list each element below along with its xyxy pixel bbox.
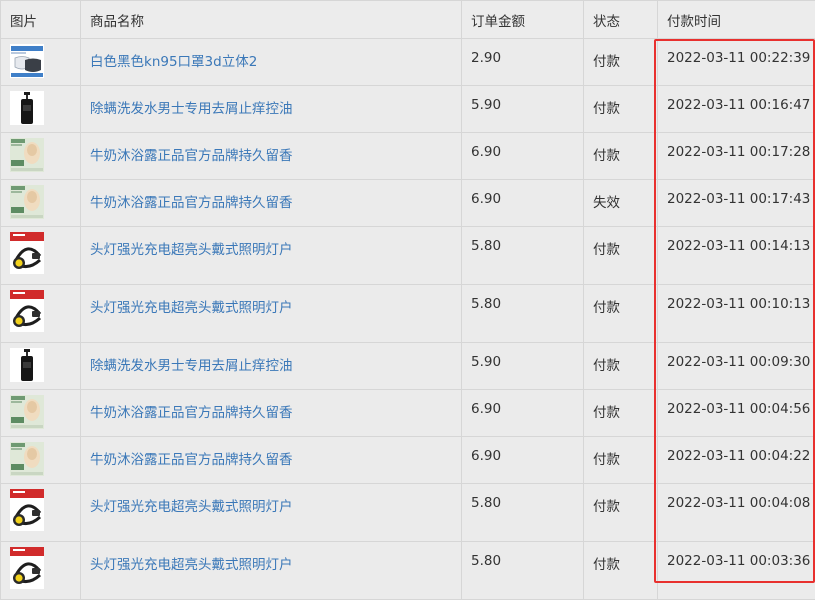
table-row: 牛奶沐浴露正品官方品牌持久留香 6.90 付款 2022-03-11 00:17… <box>1 133 815 180</box>
paid-time-cell: 2022-03-11 00:14:13 <box>658 227 815 285</box>
table-row: 头灯强光充电超亮头戴式照明灯户 5.80 付款 2022-03-11 00:14… <box>1 227 815 285</box>
product-name-cell: 除螨洗发水男士专用去屑止痒控油 <box>81 343 462 390</box>
order-status-cell: 付款 <box>584 39 658 86</box>
paid-time-cell: 2022-03-11 00:22:39 <box>658 39 815 86</box>
product-name-link[interactable]: 头灯强光充电超亮头戴式照明灯户 <box>90 300 293 316</box>
column-header-name: 商品名称 <box>81 1 462 39</box>
order-status-cell: 付款 <box>584 133 658 180</box>
table-row: 头灯强光充电超亮头戴式照明灯户 5.80 付款 2022-03-11 00:04… <box>1 484 815 542</box>
orders-table: 图片 商品名称 订单金额 状态 付款时间 白色黑色kn95口罩3d立体2 2.9… <box>0 0 815 600</box>
order-status-cell: 付款 <box>584 343 658 390</box>
product-thumbnail-cell <box>1 542 81 600</box>
headlamp-icon[interactable] <box>10 232 44 274</box>
product-name-cell: 白色黑色kn95口罩3d立体2 <box>81 39 462 86</box>
table-row: 白色黑色kn95口罩3d立体2 2.90 付款 2022-03-11 00:22… <box>1 39 815 86</box>
shampoo-bottle-icon[interactable] <box>10 348 44 382</box>
order-amount-cell: 6.90 <box>462 180 584 227</box>
product-thumbnail-cell <box>1 227 81 285</box>
body-wash-icon[interactable] <box>10 395 44 429</box>
product-name-link[interactable]: 头灯强光充电超亮头戴式照明灯户 <box>90 499 293 515</box>
product-name-cell: 头灯强光充电超亮头戴式照明灯户 <box>81 542 462 600</box>
product-thumbnail-cell <box>1 133 81 180</box>
table-row: 牛奶沐浴露正品官方品牌持久留香 6.90 失效 2022-03-11 00:17… <box>1 180 815 227</box>
product-name-cell: 牛奶沐浴露正品官方品牌持久留香 <box>81 180 462 227</box>
paid-time-cell: 2022-03-11 00:17:43 <box>658 180 815 227</box>
product-name-cell: 头灯强光充电超亮头戴式照明灯户 <box>81 484 462 542</box>
shampoo-bottle-icon[interactable] <box>10 91 44 125</box>
order-amount-cell: 5.80 <box>462 542 584 600</box>
table-row: 牛奶沐浴露正品官方品牌持久留香 6.90 付款 2022-03-11 00:04… <box>1 390 815 437</box>
product-thumbnail-cell <box>1 390 81 437</box>
order-amount-cell: 6.90 <box>462 437 584 484</box>
product-name-link[interactable]: 白色黑色kn95口罩3d立体2 <box>90 54 257 70</box>
product-name-link[interactable]: 头灯强光充电超亮头戴式照明灯户 <box>90 242 293 258</box>
body-wash-icon[interactable] <box>10 442 44 476</box>
product-thumbnail-cell <box>1 484 81 542</box>
order-amount-cell: 5.80 <box>462 285 584 343</box>
paid-time-cell: 2022-03-11 00:04:22 <box>658 437 815 484</box>
order-amount-cell: 2.90 <box>462 39 584 86</box>
product-name-link[interactable]: 牛奶沐浴露正品官方品牌持久留香 <box>90 148 293 164</box>
product-thumbnail-cell <box>1 39 81 86</box>
order-amount-cell: 6.90 <box>462 133 584 180</box>
headlamp-icon[interactable] <box>10 489 44 531</box>
product-name-link[interactable]: 头灯强光充电超亮头戴式照明灯户 <box>90 557 293 573</box>
column-header-paid-time: 付款时间 <box>658 1 815 39</box>
product-name-link[interactable]: 除螨洗发水男士专用去屑止痒控油 <box>90 101 293 117</box>
product-thumbnail-cell <box>1 86 81 133</box>
table-row: 除螨洗发水男士专用去屑止痒控油 5.90 付款 2022-03-11 00:16… <box>1 86 815 133</box>
table-row: 头灯强光充电超亮头戴式照明灯户 5.80 付款 2022-03-11 00:10… <box>1 285 815 343</box>
product-thumbnail-cell <box>1 343 81 390</box>
order-amount-cell: 5.80 <box>462 484 584 542</box>
product-name-link[interactable]: 牛奶沐浴露正品官方品牌持久留香 <box>90 405 293 421</box>
body-wash-icon[interactable] <box>10 138 44 172</box>
headlamp-icon[interactable] <box>10 290 44 332</box>
order-amount-cell: 5.90 <box>462 86 584 133</box>
column-header-amount: 订单金额 <box>462 1 584 39</box>
product-name-link[interactable]: 除螨洗发水男士专用去屑止痒控油 <box>90 358 293 374</box>
headlamp-icon[interactable] <box>10 547 44 589</box>
order-status-cell: 付款 <box>584 86 658 133</box>
order-status-cell: 付款 <box>584 437 658 484</box>
order-status-cell: 付款 <box>584 484 658 542</box>
mask-product-icon[interactable] <box>10 44 44 78</box>
column-header-status: 状态 <box>584 1 658 39</box>
paid-time-cell: 2022-03-11 00:16:47 <box>658 86 815 133</box>
order-amount-cell: 5.90 <box>462 343 584 390</box>
order-status-cell: 付款 <box>584 390 658 437</box>
paid-time-cell: 2022-03-11 00:09:30 <box>658 343 815 390</box>
order-status-cell: 付款 <box>584 285 658 343</box>
body-wash-icon[interactable] <box>10 185 44 219</box>
order-status-cell: 付款 <box>584 227 658 285</box>
product-name-cell: 除螨洗发水男士专用去屑止痒控油 <box>81 86 462 133</box>
paid-time-cell: 2022-03-11 00:04:08 <box>658 484 815 542</box>
order-amount-cell: 6.90 <box>462 390 584 437</box>
product-name-cell: 牛奶沐浴露正品官方品牌持久留香 <box>81 133 462 180</box>
table-row: 除螨洗发水男士专用去屑止痒控油 5.90 付款 2022-03-11 00:09… <box>1 343 815 390</box>
paid-time-cell: 2022-03-11 00:10:13 <box>658 285 815 343</box>
column-header-image: 图片 <box>1 1 81 39</box>
product-name-link[interactable]: 牛奶沐浴露正品官方品牌持久留香 <box>90 195 293 211</box>
product-name-link[interactable]: 牛奶沐浴露正品官方品牌持久留香 <box>90 452 293 468</box>
table-row: 头灯强光充电超亮头戴式照明灯户 5.80 付款 2022-03-11 00:03… <box>1 542 815 600</box>
order-status-cell: 付款 <box>584 542 658 600</box>
paid-time-cell: 2022-03-11 00:17:28 <box>658 133 815 180</box>
paid-time-cell: 2022-03-11 00:04:56 <box>658 390 815 437</box>
product-name-cell: 牛奶沐浴露正品官方品牌持久留香 <box>81 437 462 484</box>
product-thumbnail-cell <box>1 437 81 484</box>
product-name-cell: 头灯强光充电超亮头戴式照明灯户 <box>81 285 462 343</box>
table-row: 牛奶沐浴露正品官方品牌持久留香 6.90 付款 2022-03-11 00:04… <box>1 437 815 484</box>
table-header-row: 图片 商品名称 订单金额 状态 付款时间 <box>1 1 815 39</box>
product-name-cell: 头灯强光充电超亮头戴式照明灯户 <box>81 227 462 285</box>
order-status-cell: 失效 <box>584 180 658 227</box>
order-amount-cell: 5.80 <box>462 227 584 285</box>
product-name-cell: 牛奶沐浴露正品官方品牌持久留香 <box>81 390 462 437</box>
product-thumbnail-cell <box>1 180 81 227</box>
product-thumbnail-cell <box>1 285 81 343</box>
paid-time-cell: 2022-03-11 00:03:36 <box>658 542 815 600</box>
